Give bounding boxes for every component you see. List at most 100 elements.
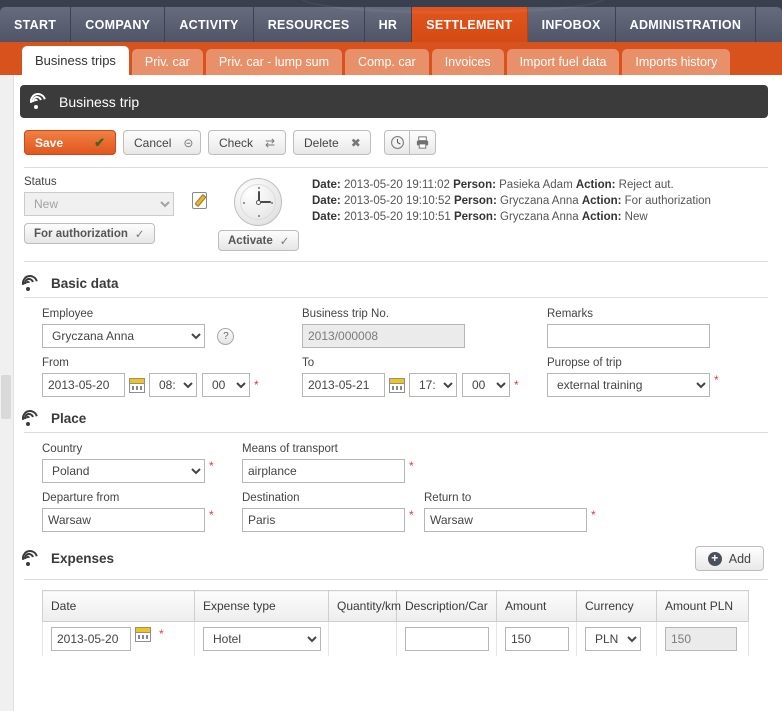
remarks-input[interactable] [547,324,710,348]
departure-input[interactable] [42,508,205,532]
nav-item-hr[interactable]: HR [365,7,413,42]
employee-select[interactable]: Gryczana AnnaPasieka Adam [42,324,205,348]
plus-circle-icon: + [707,551,722,566]
from-minute-select[interactable]: 00153045 [202,373,250,397]
subtab-business-trips[interactable]: Business trips [22,46,129,75]
subtab-imports-history[interactable]: Imports history [622,49,731,75]
status-select[interactable]: NewFor authorizationAuthorizedRejected [24,192,174,216]
clock-history-icon [390,136,404,149]
expense-description-input[interactable] [405,627,489,651]
panel-header: Business trip [20,85,768,118]
activate-label: Activate [228,234,273,247]
purpose-label: Puropse of trip [547,357,622,369]
calendar-icon[interactable] [129,377,145,393]
from-date-input[interactable] [42,373,125,397]
required-mark: * [714,373,719,387]
calendar-icon[interactable] [389,377,405,393]
place-row-2: Departure from * Destination * Return to [42,492,768,532]
calendar-icon[interactable] [135,627,151,642]
return-input[interactable] [424,508,587,532]
help-icon[interactable]: ? [217,328,235,346]
edit-status-icon[interactable] [192,192,212,212]
nav-item-settlement[interactable]: SETTLEMENT [412,7,528,42]
required-mark: * [514,378,519,392]
scrollbar-thumb[interactable] [1,375,11,419]
status-label: Status [24,176,57,188]
purpose-select[interactable]: external traininginternal trainingconfer… [547,373,710,397]
cell-expense-type: HotelMealTransportOther [194,621,329,656]
subtab-comp-car[interactable]: Comp. car [345,49,429,75]
nav-filler [756,7,782,42]
to-minute-select[interactable]: 00153045 [462,373,510,397]
from-hour-select[interactable]: 08:09:10: [149,373,197,397]
add-expense-button[interactable]: + Add [694,546,764,571]
status-log-entry: Date: 2013-05-20 19:10:52 Person: Grycza… [312,195,711,207]
destination-input[interactable] [242,508,405,532]
icon-button-group [384,130,436,155]
nav-item-company[interactable]: COMPANY [71,7,166,42]
to-hour-select[interactable]: 17:18:19: [409,373,457,397]
cancel-label: Cancel [134,135,172,150]
required-mark: * [159,627,164,641]
left-gutter-scrollbar[interactable] [0,75,14,711]
place-fields: Country PolandFranceGermany * Means of t… [20,443,768,532]
column-header-description-car: Description/Car [396,590,497,622]
expenses-header-row: Expenses + Add [19,546,764,571]
column-header-date: Date [42,590,195,622]
transport-label: Means of transport [242,443,338,455]
transport-input[interactable] [242,459,405,483]
add-label: Add [728,551,751,566]
subtab-invoices[interactable]: Invoices [431,49,504,75]
cancel-button[interactable]: Cancel ⊝ [123,130,201,155]
save-button[interactable]: Save ✔ [24,130,116,155]
nav-item-resources[interactable]: RESOURCES [254,7,365,42]
printer-icon [416,136,429,149]
cell-amount [496,621,577,656]
checkmark-icon: ✔ [94,134,105,150]
currency-select[interactable]: PLNEURUSD [585,627,641,651]
cancel-circle-icon: ⊝ [183,135,194,150]
check-button[interactable]: Check ⇄ [208,130,286,155]
subtab-priv-car-lump-sum[interactable]: Priv. car - lump sum [205,49,343,75]
subtab-import-fuel-data[interactable]: Import fuel data [506,49,620,75]
column-header-quantity-km: Quantity/km [328,590,401,622]
expense-amount-input[interactable] [505,627,569,651]
nav-item-infobox[interactable]: INFOBOX [528,7,616,42]
nav-item-administration[interactable]: ADMINISTRATION [616,7,757,42]
print-button[interactable] [410,130,436,155]
history-button[interactable] [384,130,410,155]
required-mark: * [591,508,596,522]
destination-label: Destination [242,492,300,504]
to-date-input[interactable] [302,373,385,397]
nav-item-start[interactable]: START [0,7,72,42]
country-label: Country [42,443,83,455]
check-small-icon: ✓ [279,235,290,248]
subtab-priv-car[interactable]: Priv. car [131,49,203,75]
basic-data-row-2: From 08:09:10: 00153045 * To 17:18:19: [42,357,768,397]
column-header-expense-type: Expense type [194,590,329,622]
delete-button[interactable]: Delete ✖ [293,130,371,155]
delete-label: Delete [304,135,339,150]
nav-item-activity[interactable]: ACTIVITY [165,7,254,42]
basic-data-header: Basic data [19,272,768,294]
expenses-title: Expenses [51,551,115,566]
required-mark: * [209,508,214,522]
status-column: Status NewFor authorizationAuthorizedRej… [24,176,184,251]
sub-tab-bar: Business trips Priv. car Priv. car - lump … [0,42,782,75]
activate-button[interactable]: Activate ✓ [218,230,300,251]
trip-no-input [302,324,465,348]
departure-label: Departure from [42,492,120,504]
country-select[interactable]: PolandFranceGermany [42,459,205,483]
signal-wave-icon [19,547,41,569]
to-label: To [302,357,315,369]
purpose-field: Puropse of trip external traininginterna… [547,357,719,397]
transport-field: Means of transport * [242,443,424,483]
expense-date-input[interactable] [51,627,131,651]
status-log-entry: Date: 2013-05-20 19:11:02 Person: Pasiek… [312,179,674,191]
required-mark: * [254,378,259,392]
expense-type-select[interactable]: HotelMealTransportOther [203,627,321,651]
check-small-icon: ✓ [134,228,145,241]
return-field: Return to * [424,492,596,532]
status-divider [24,261,768,262]
for-authorization-button[interactable]: For authorization ✓ [24,223,155,244]
